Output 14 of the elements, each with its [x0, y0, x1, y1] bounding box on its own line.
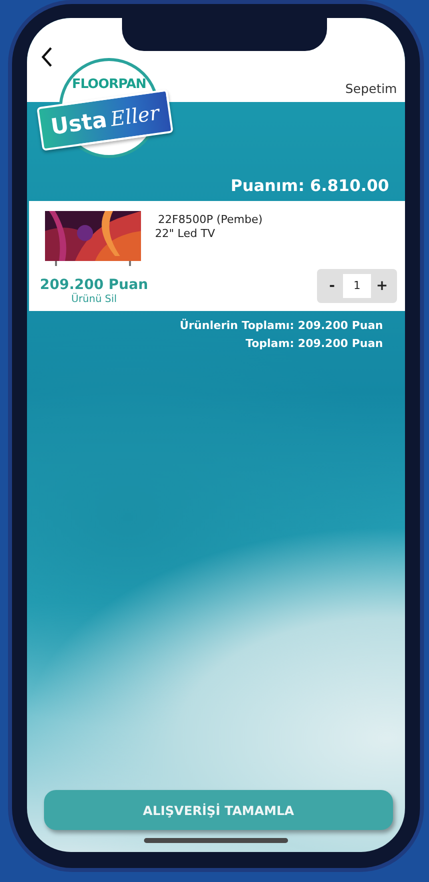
product-name: 22" Led TV [155, 227, 216, 241]
logo-word: Usta [49, 107, 108, 140]
quantity-field[interactable]: 1 [343, 274, 371, 298]
total-line: Toplam: 209.200 Puan [246, 337, 383, 350]
total-line: Ürünlerin Toplamı: 209.200 Puan [180, 319, 383, 332]
increase-button[interactable]: + [371, 278, 393, 294]
page-title: Sepetim [345, 81, 397, 96]
logo-brand: FLOORPAN [72, 77, 146, 93]
logo-script: Eller [109, 100, 161, 132]
points-balance: Puanım: 6.810.00 [230, 176, 389, 195]
product-code: 22F8500P (Pembe) [158, 213, 263, 227]
back-icon[interactable] [41, 46, 53, 68]
product-price: 209.200 Puan [40, 276, 148, 293]
decrease-button[interactable]: - [321, 278, 343, 294]
